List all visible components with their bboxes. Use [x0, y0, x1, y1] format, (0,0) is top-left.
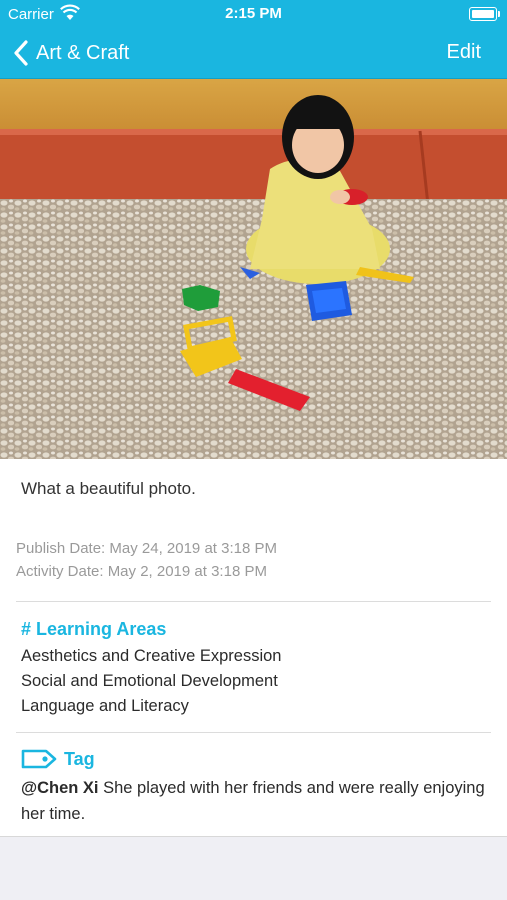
navigation-bar: Art & Craft Edit — [0, 28, 507, 79]
post-dates: Publish Date: May 24, 2019 at 3:18 PM Ac… — [16, 537, 277, 583]
back-label: Art & Craft — [36, 41, 130, 64]
status-time: 2:15 PM — [225, 5, 282, 22]
edit-button[interactable]: Edit — [447, 41, 481, 64]
post-caption: What a beautiful photo. — [21, 479, 196, 498]
photo-image — [0, 79, 507, 459]
learning-area-item: Language and Literacy — [21, 697, 189, 715]
publish-date: Publish Date: May 24, 2019 at 3:18 PM — [16, 540, 277, 557]
learning-areas-list: Aesthetics and Creative Expression Socia… — [21, 644, 281, 719]
back-button[interactable]: Art & Craft — [12, 38, 129, 68]
battery-icon — [469, 7, 500, 21]
chevron-left-icon — [14, 40, 28, 66]
tag-title-label: Tag — [64, 748, 95, 769]
tagged-child-mention[interactable]: @Chen Xi — [21, 779, 99, 797]
tag-icon — [21, 749, 57, 769]
status-bar: Carrier 2:15 PM — [0, 0, 507, 28]
tag-note: @Chen Xi She played with her friends and… — [21, 775, 491, 827]
post-details: What a beautiful photo. Publish Date: Ma… — [0, 459, 507, 837]
tag-section-title: Tag — [20, 748, 95, 770]
divider — [16, 601, 491, 602]
learning-area-item: Aesthetics and Creative Expression — [21, 647, 282, 665]
learning-area-item: Social and Emotional Development — [21, 672, 278, 690]
activity-date: Activity Date: May 2, 2019 at 3:18 PM — [16, 563, 267, 580]
learning-areas-title: # Learning Areas — [21, 619, 167, 639]
divider — [16, 732, 491, 733]
post-photo[interactable] — [0, 79, 507, 459]
